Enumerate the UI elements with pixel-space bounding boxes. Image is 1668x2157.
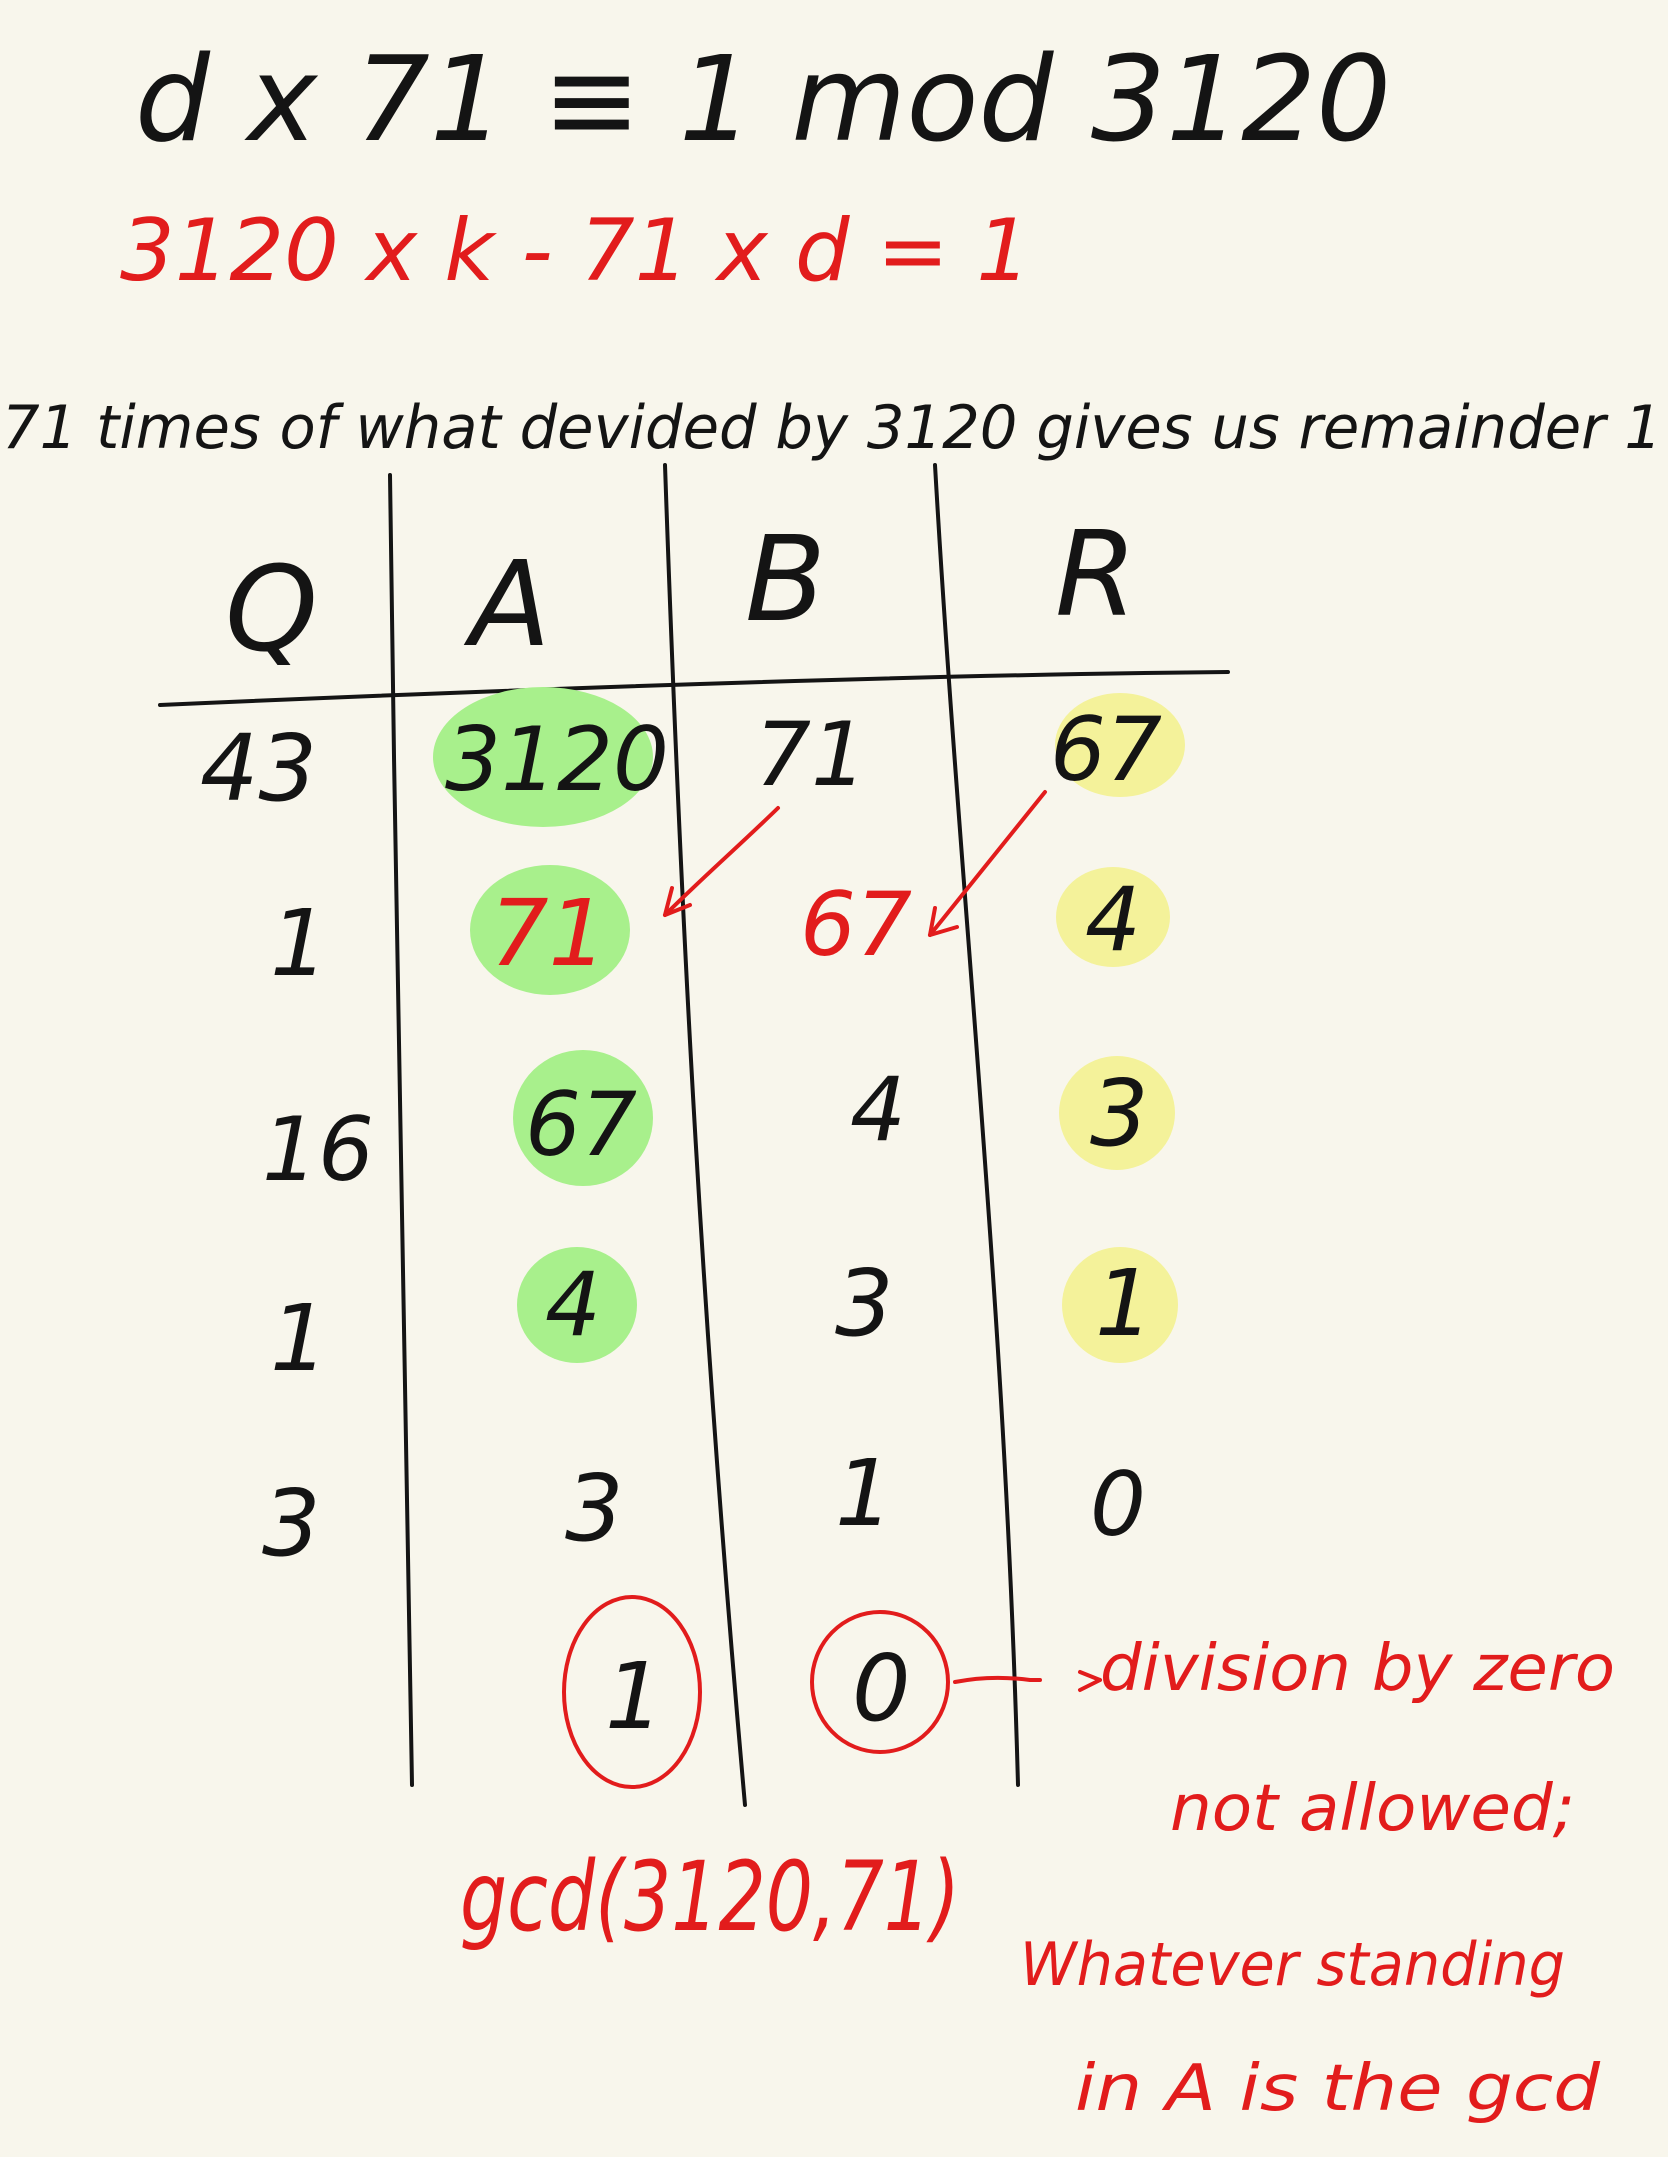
cell-b: 4 xyxy=(850,1058,906,1161)
table-row: 16 67 4 3 xyxy=(262,1058,1149,1201)
header-b: B xyxy=(745,510,826,648)
table-row: 1 71 67 4 xyxy=(270,868,1141,997)
final-values: 1 0 xyxy=(562,1595,1102,1789)
note-line-4: in A is the gcd xyxy=(1075,2052,1600,2126)
question-line: 71 times of what devided by 3120 gives u… xyxy=(2,393,1662,463)
column-divider-qa xyxy=(388,473,414,1787)
cell-q: 3 xyxy=(262,1470,321,1577)
column-divider-br xyxy=(933,463,1020,1787)
note-arrow-head xyxy=(1078,1670,1102,1692)
gcd-label: gcd(3120,71) xyxy=(460,1841,960,1953)
rearranged-equation: 3120 x k - 71 x d = 1 xyxy=(120,201,1031,301)
equation-title: d x 71 ≡ 1 mod 3120 xyxy=(135,30,1391,168)
column-divider-ab xyxy=(663,463,747,1807)
cell-r: 1 xyxy=(1095,1250,1154,1357)
cell-a: 3 xyxy=(565,1455,624,1562)
cell-q: 1 xyxy=(270,890,329,997)
cell-b: 71 xyxy=(755,703,867,806)
table-row: 43 3120 71 67 xyxy=(200,698,1162,822)
header-a: A xyxy=(463,535,551,673)
table-row: 3 3 1 0 xyxy=(262,1440,1146,1577)
note-line-2: not allowed; xyxy=(1170,1772,1575,1846)
note-line-3: Whatever standing xyxy=(1020,1930,1565,2000)
cell-q: 1 xyxy=(270,1285,329,1392)
cell-a: 71 xyxy=(490,880,607,987)
note-canvas: d x 71 ≡ 1 mod 3120 3120 x k - 71 x d = … xyxy=(2,30,1662,2126)
cell-b: 67 xyxy=(800,873,912,976)
cell-b: 3 xyxy=(835,1250,894,1357)
cell-r: 67 xyxy=(1050,698,1162,801)
cell-q: 43 xyxy=(200,715,317,822)
cell-a: 67 xyxy=(525,1073,637,1176)
header-r: R xyxy=(1055,505,1137,643)
table-headers: Q A B R xyxy=(225,505,1137,678)
final-a-value: 1 xyxy=(605,1643,664,1750)
cell-a: 3120 xyxy=(445,708,669,811)
header-q: Q xyxy=(225,540,318,678)
side-note: division by zero not allowed; Whatever s… xyxy=(1020,1632,1615,2126)
cell-q: 16 xyxy=(262,1098,374,1201)
arrow-r-to-b xyxy=(928,790,1047,937)
note-arrow xyxy=(953,1675,1042,1684)
cell-r: 0 xyxy=(1090,1453,1146,1556)
final-b-value: 0 xyxy=(852,1635,911,1742)
cell-r: 4 xyxy=(1085,868,1141,971)
cell-b: 1 xyxy=(835,1440,894,1547)
note-line-1: division by zero xyxy=(1100,1632,1615,1706)
cell-a: 4 xyxy=(545,1253,601,1356)
cell-r: 3 xyxy=(1090,1060,1149,1167)
